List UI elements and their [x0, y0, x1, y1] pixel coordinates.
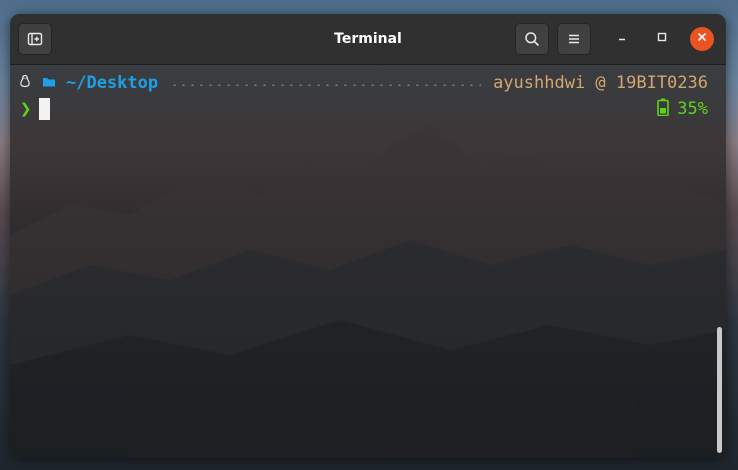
- search-button[interactable]: [515, 23, 549, 55]
- battery-icon: [657, 98, 670, 121]
- folder-icon: [42, 73, 56, 93]
- close-icon: [696, 30, 708, 48]
- input-line[interactable]: ❯ 35%: [20, 97, 708, 121]
- text-cursor: [39, 98, 51, 120]
- close-button[interactable]: [690, 27, 714, 51]
- current-path: ~/Desktop: [66, 73, 159, 93]
- hamburger-menu-icon: [567, 32, 581, 46]
- title-bar[interactable]: Terminal: [10, 14, 726, 65]
- menu-button[interactable]: [557, 23, 591, 55]
- new-tab-icon: [27, 31, 43, 47]
- prompt-symbol: ❯: [20, 98, 32, 120]
- battery-percent: 35%: [677, 99, 708, 119]
- maximize-button[interactable]: [650, 27, 674, 51]
- terminal-window: Terminal ~/Desktop ayushhdwi @ 19BIT0236…: [10, 14, 726, 458]
- battery-status: 35%: [657, 98, 708, 121]
- minimize-button[interactable]: [610, 27, 634, 51]
- user-host: ayushhdwi @ 19BIT0236: [493, 73, 708, 93]
- search-icon: [524, 31, 540, 47]
- scrollbar[interactable]: [717, 327, 722, 453]
- minimize-icon: [616, 30, 628, 48]
- prompt-filler-dots: [170, 84, 482, 86]
- prompt-line: ~/Desktop ayushhdwi @ 19BIT0236: [18, 71, 708, 95]
- maximize-icon: [656, 30, 668, 48]
- new-tab-button[interactable]: [18, 23, 52, 55]
- terminal-area[interactable]: ~/Desktop ayushhdwi @ 19BIT0236 ❯ 35%: [10, 65, 726, 458]
- linux-tux-icon: [18, 73, 32, 93]
- background-mountains: [10, 125, 726, 458]
